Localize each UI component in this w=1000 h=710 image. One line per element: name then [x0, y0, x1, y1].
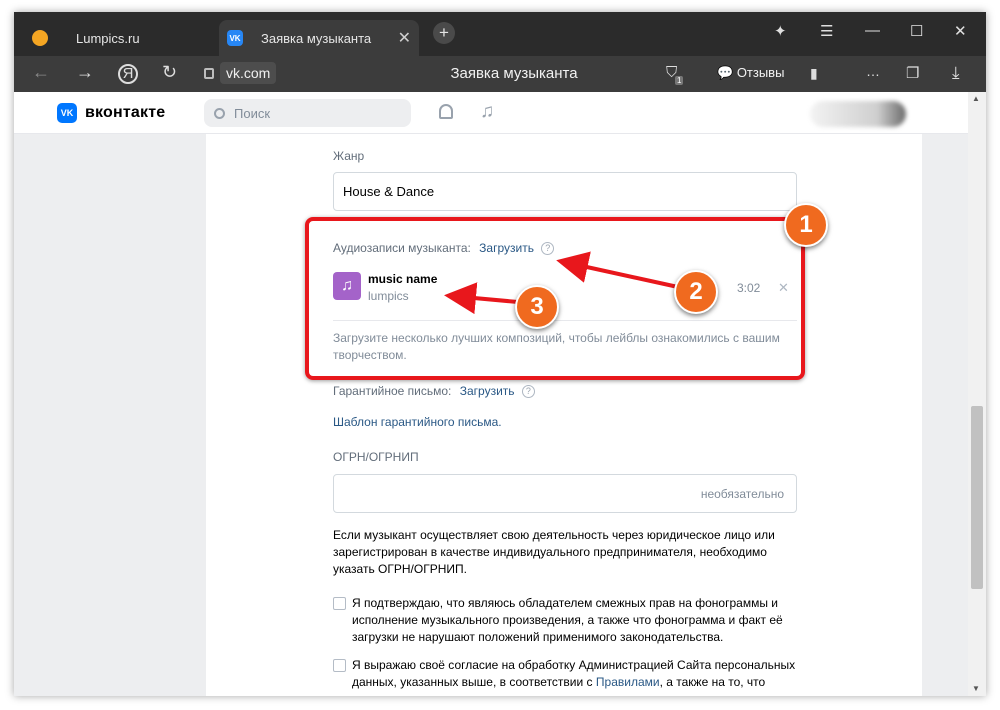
step-badge-3: 3	[515, 285, 559, 329]
annotation-arrows	[444, 251, 679, 315]
arrow-to-upload	[556, 251, 679, 289]
step-badge-2: 2	[674, 270, 718, 314]
arrow-to-track	[444, 282, 519, 315]
step-badge-1: 1	[784, 203, 828, 247]
